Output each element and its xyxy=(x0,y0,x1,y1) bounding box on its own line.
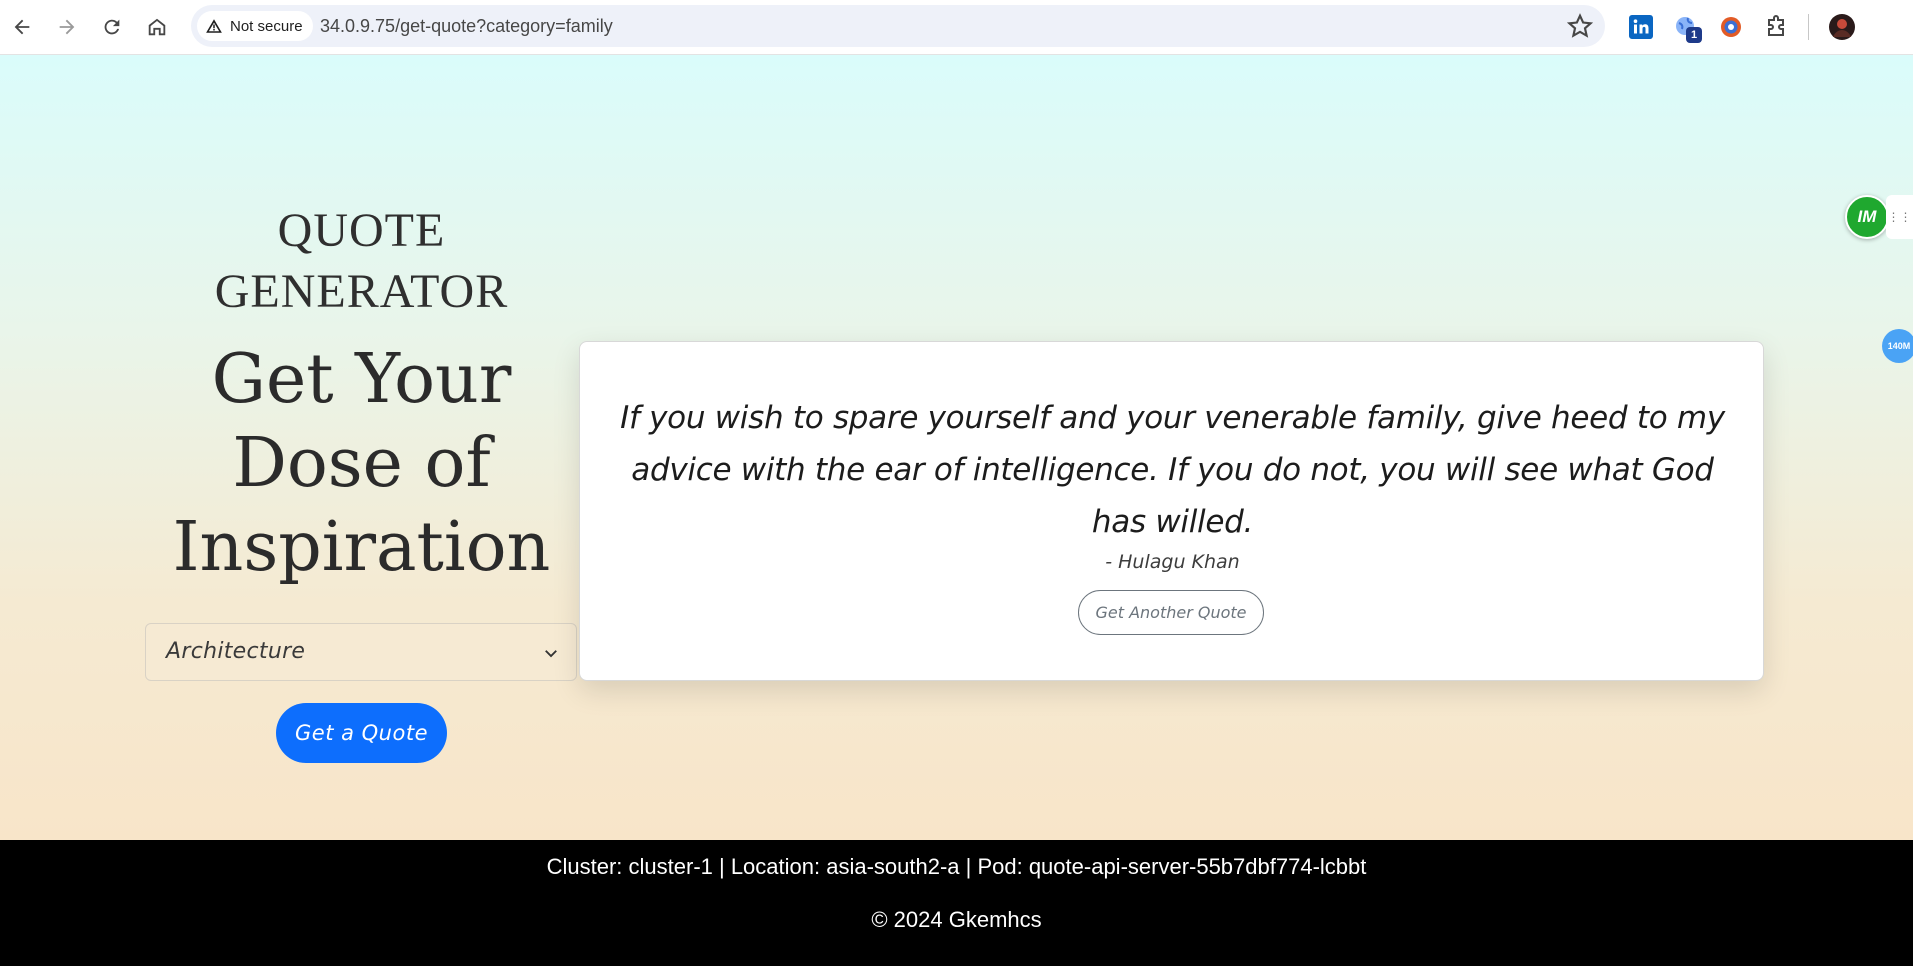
cluster-info: Cluster: cluster-1 | Location: asia-sout… xyxy=(546,854,1367,879)
quote-text: If you wish to spare yourself and your v… xyxy=(620,400,1725,540)
toolbar-divider xyxy=(1808,14,1809,40)
copyright: © 2024 Gkemhcs xyxy=(871,907,1042,932)
profile-button[interactable] xyxy=(1828,13,1856,41)
warning-triangle-icon xyxy=(206,19,222,33)
category-selected-value: Architecture xyxy=(166,639,306,664)
extensions-menu-button[interactable] xyxy=(1762,13,1790,41)
forward-button[interactable] xyxy=(49,9,85,45)
hero-heading: Get Your Dose of Inspiration xyxy=(172,340,551,587)
linkedin-extension[interactable] xyxy=(1627,13,1655,41)
globe-extension[interactable]: 1 xyxy=(1672,13,1702,43)
browser-toolbar: Not secure 34.0.9.75/get-quote?category=… xyxy=(0,0,1913,55)
url-text[interactable]: 34.0.9.75/get-quote?category=family xyxy=(320,16,613,37)
page-body: QUOTE GENERATOR Get Your Dose of Inspira… xyxy=(0,55,1913,840)
reload-icon xyxy=(104,19,120,35)
home-icon xyxy=(148,18,166,36)
category-select[interactable]: Architecture xyxy=(145,623,577,681)
extension-orange-icon xyxy=(1721,17,1741,37)
drag-handle-icon[interactable]: ⋮⋮ xyxy=(1886,195,1913,239)
site-title: QUOTE GENERATOR xyxy=(214,204,509,318)
quote-author: - Hulagu Khan xyxy=(1105,551,1240,573)
get-quote-button[interactable]: Get a Quote xyxy=(276,703,447,763)
im-extension-badge[interactable]: IM xyxy=(1845,195,1889,239)
security-chip[interactable]: Not secure xyxy=(197,11,313,41)
extension-badge: 1 xyxy=(1686,27,1702,43)
profile-avatar-icon xyxy=(1829,14,1855,40)
orange-extension[interactable] xyxy=(1717,13,1745,41)
chevron-down-icon xyxy=(545,650,557,658)
back-arrow-icon xyxy=(14,19,30,35)
footer: Cluster: cluster-1 | Location: asia-sout… xyxy=(0,840,1913,966)
speed-badge[interactable]: 140M xyxy=(1882,329,1913,363)
reload-button[interactable] xyxy=(94,9,130,45)
linkedin-icon xyxy=(1629,15,1653,39)
forward-arrow-icon xyxy=(59,19,75,35)
home-button[interactable] xyxy=(139,9,175,45)
security-label: Not secure xyxy=(230,17,303,35)
address-bar[interactable]: Not secure 34.0.9.75/get-quote?category=… xyxy=(191,5,1605,47)
back-button[interactable] xyxy=(4,9,40,45)
bookmark-star-icon[interactable] xyxy=(1567,13,1593,39)
puzzle-extensions-icon xyxy=(1768,15,1784,36)
quote-card: If you wish to spare yourself and your v… xyxy=(579,341,1764,681)
get-another-quote-button[interactable]: Get Another Quote xyxy=(1078,590,1264,635)
